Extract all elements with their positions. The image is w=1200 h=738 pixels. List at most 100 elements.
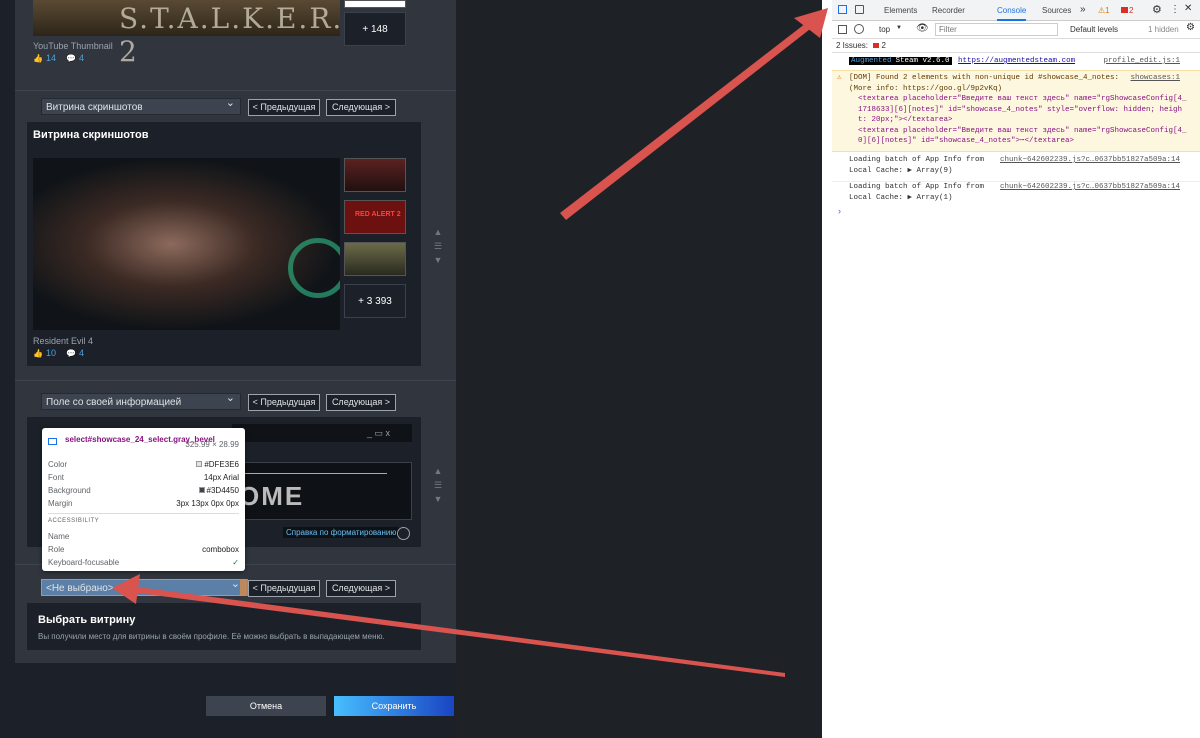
tooltip-key: Color — [48, 460, 68, 469]
preview-text: OME — [239, 481, 305, 511]
tooltip-value: #DFE3E6 — [196, 460, 239, 469]
warning-code: 0][6][notes]" id="showcase_4_notes">⋯</t… — [858, 137, 1075, 145]
log-array[interactable]: Local Cache: ▶ Array(1) — [849, 193, 1200, 204]
prev-button[interactable]: < Предыдущая — [248, 580, 320, 597]
issues-count: 2 — [881, 41, 886, 50]
tab-console[interactable]: Console — [997, 6, 1027, 21]
comment-icon: 💬 — [65, 53, 76, 63]
emoji-icon[interactable] — [397, 527, 410, 540]
console-message: Loading batch of App Info from Local Cac… — [832, 155, 1200, 179]
clear-console-icon[interactable] — [854, 24, 864, 34]
save-button[interactable]: Сохранить — [334, 696, 454, 716]
menu-icon[interactable]: ⋮ — [1170, 4, 1180, 15]
error-icon — [873, 43, 880, 48]
tooltip-key: Keyboard-focusable — [48, 558, 120, 567]
gear-icon[interactable]: ⚙ — [1186, 22, 1195, 33]
eye-icon[interactable]: 👁 — [916, 23, 929, 34]
thumbnail[interactable] — [344, 158, 406, 192]
next-button[interactable]: Следующая > — [326, 394, 396, 411]
cancel-button[interactable]: Отмена — [206, 696, 326, 716]
source-link[interactable]: chunk~642602239.js?c…0637bb51827a509a:14 — [1000, 182, 1180, 193]
notes-preview[interactable]: OME — [232, 462, 412, 520]
tab-sources[interactable]: Sources — [1042, 6, 1071, 15]
game-logo: S.T.A.L.K.E.R. 2 — [119, 2, 344, 68]
tooltip-value: #3D4450 — [198, 486, 239, 495]
tooltip-size: 325.99 × 28.99 — [185, 440, 239, 449]
more-tabs-icon[interactable]: » — [1080, 4, 1086, 15]
warning-icon: ⚠ — [837, 74, 842, 82]
close-icon[interactable]: ✕ — [1184, 3, 1192, 14]
reorder-handle[interactable]: ▲ ☰ ▼ — [431, 464, 445, 506]
error-icon — [1121, 7, 1128, 13]
warning-link[interactable]: (More info: https://goo.gl/9p2vKq) — [849, 84, 1200, 95]
issues-bar[interactable]: 2 Issues: 2 — [832, 39, 1200, 53]
showcase-select[interactable]: <Не выбрано> — [41, 576, 246, 596]
thumbnail[interactable] — [344, 242, 406, 276]
main-screenshot[interactable] — [33, 158, 340, 330]
tab-recorder[interactable]: Recorder — [932, 6, 965, 15]
tooltip-value: 3px 13px 0px 0px — [176, 499, 239, 508]
console-prompt[interactable]: › — [832, 206, 1200, 218]
showcase-box — [27, 603, 421, 650]
console-message: Loading batch of App Info from Local Cac… — [832, 181, 1200, 205]
steam-badge: Steam v2.6.0 — [893, 57, 952, 65]
tooltip-value-text: 3px 13px 0px 0px — [176, 499, 239, 508]
console-toolbar: top ▼ 👁 Default levels 1 hidden ⚙ — [832, 21, 1200, 39]
divider — [15, 90, 456, 91]
showcase-select[interactable]: Поле со своей информацией — [41, 390, 241, 410]
showcase-select[interactable]: Витрина скриншотов — [41, 95, 241, 115]
source-link[interactable]: profile_edit.js:1 — [1103, 57, 1180, 65]
stalker-screenshot[interactable]: S.T.A.L.K.E.R. 2 — [33, 0, 341, 68]
reorder-handle[interactable]: ▲ ☰ ▼ — [431, 225, 445, 267]
context-select[interactable]: top — [879, 25, 890, 34]
thumbnail[interactable] — [344, 0, 406, 8]
device-toggle-icon[interactable] — [855, 5, 864, 14]
tooltip-key: Margin — [48, 499, 73, 508]
prev-button[interactable]: < Предыдущая — [248, 99, 320, 116]
filter-input[interactable] — [935, 23, 1058, 36]
next-button[interactable]: Следующая > — [326, 99, 396, 116]
source-link[interactable]: showcases:1 — [1130, 73, 1180, 84]
color-swatch — [198, 487, 205, 493]
prev-button[interactable]: < Предыдущая — [248, 394, 320, 411]
more-screenshots-button[interactable]: + 3 393 — [344, 284, 406, 318]
notes-toolbar: _ ▭ x — [232, 424, 412, 442]
divider — [15, 380, 456, 381]
tab-elements[interactable]: Elements — [884, 6, 917, 15]
source-link[interactable]: chunk~642602239.js?c…0637bb51827a509a:14 — [1000, 155, 1180, 166]
augmented-link[interactable]: https://augmentedsteam.com — [958, 57, 1075, 65]
error-count[interactable]: 2 — [1121, 6, 1133, 15]
rating-counts: 👍 10 💬 4 — [33, 348, 84, 358]
select-margin-overlay — [240, 579, 248, 596]
tooltip-key: Font — [48, 473, 65, 482]
augmented-badge: Augmented — [849, 57, 894, 65]
showcase-title: Витрина скриншотов — [33, 129, 149, 141]
steam-profile-editor: S.T.A.L.K.E.R. 2 + 148 YouTube Thumbnail… — [0, 0, 822, 738]
tooltip-divider — [48, 513, 239, 514]
next-button[interactable]: Следующая > — [326, 580, 396, 597]
log-array[interactable]: Local Cache: ▶ Array(9) — [849, 166, 1200, 177]
gear-icon[interactable]: ⚙ — [1152, 3, 1162, 16]
issues-label: 2 Issues: — [836, 41, 869, 50]
console-warning: ⚠ [DOM] Found 2 elements with non-unique… — [832, 70, 1200, 152]
warning-code: t: 20px;"></textarea> — [858, 116, 953, 124]
rating-counts: 👍 14 💬 4 — [33, 53, 84, 63]
thumbs-up-icon: 👍 — [33, 53, 43, 63]
tooltip-key: Background — [48, 486, 91, 495]
tooltip-value-text: #DFE3E6 — [204, 460, 239, 469]
more-screenshots-button[interactable]: + 148 — [344, 12, 406, 46]
tooltip-value: ✓ — [232, 558, 239, 567]
thumbnail[interactable]: RED ALERT 2 — [344, 200, 406, 234]
showcase-title: Выбрать витрину — [38, 614, 136, 626]
thumbnail-text: RED ALERT 2 — [355, 211, 401, 218]
levels-select[interactable]: Default levels — [1070, 25, 1118, 34]
warning-code[interactable]: <textarea placeholder="Введите ваш текст… — [849, 126, 1200, 137]
format-help-link[interactable]: Справка по форматированию — [283, 527, 400, 538]
tooltip-key: Name — [48, 532, 70, 541]
tooltip-value: 14px Arial — [204, 473, 239, 482]
warning-count[interactable]: ⚠1 — [1098, 6, 1110, 15]
inspect-icon[interactable] — [838, 5, 847, 14]
tooltip-selector: select#showcase_24_select.gray_bevel — [65, 435, 215, 444]
console-message: Augmented Steam v2.6.0 https://augmenteds… — [832, 57, 1200, 69]
sidebar-toggle-icon[interactable] — [838, 25, 847, 34]
